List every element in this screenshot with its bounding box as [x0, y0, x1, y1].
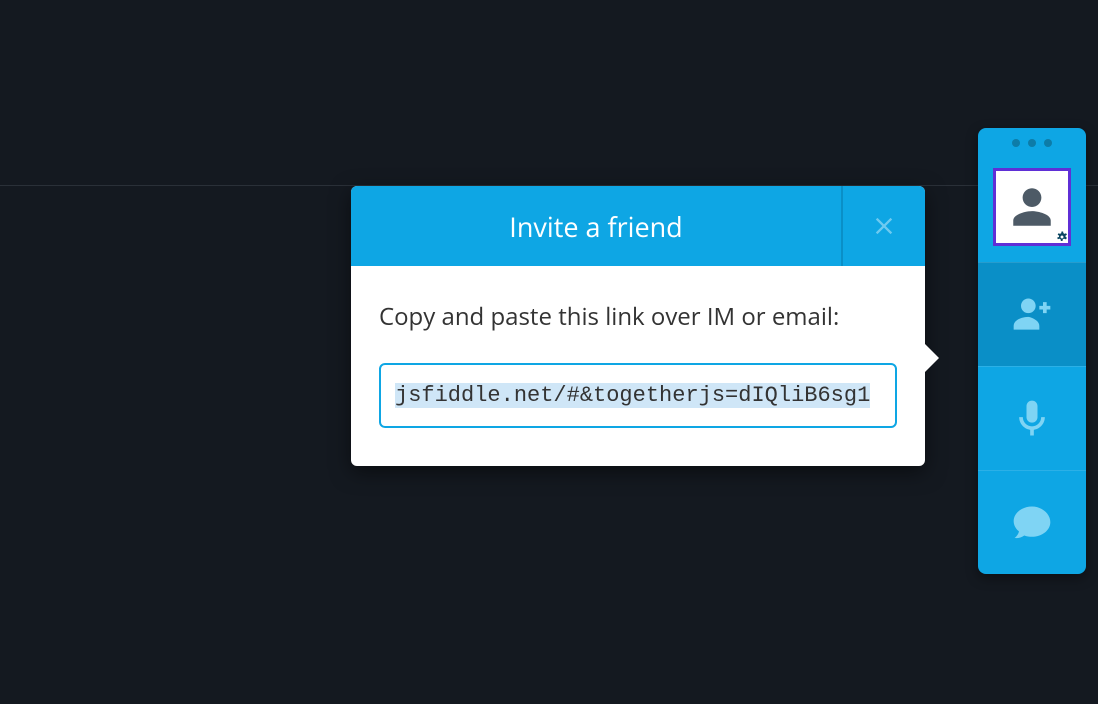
dot-icon [1028, 139, 1036, 147]
chat-icon [1010, 501, 1054, 545]
avatar[interactable] [993, 168, 1071, 246]
sidebar-item-add-friend[interactable] [978, 262, 1086, 366]
invite-link-text: jsfiddle.net/#&togetherjs=dIQliB6sg1 [395, 383, 870, 408]
modal-close-button[interactable] [841, 186, 925, 266]
person-icon [1007, 182, 1057, 232]
close-icon [870, 212, 898, 240]
avatar-settings-button[interactable] [1052, 227, 1072, 247]
modal-header: Invite a friend [351, 186, 925, 266]
popover-arrow [923, 342, 939, 374]
collaboration-sidebar [978, 128, 1086, 574]
modal-title: Invite a friend [351, 186, 841, 266]
sidebar-item-mic[interactable] [978, 366, 1086, 470]
invite-friend-modal: Invite a friend Copy and paste this link… [351, 186, 925, 466]
invite-link-field[interactable]: jsfiddle.net/#&togetherjs=dIQliB6sg1 [379, 363, 897, 428]
modal-instructions: Copy and paste this link over IM or emai… [379, 300, 897, 333]
modal-body: Copy and paste this link over IM or emai… [351, 266, 925, 466]
gear-icon [1053, 228, 1071, 246]
sidebar-item-chat[interactable] [978, 470, 1086, 574]
sidebar-drag-handle[interactable] [978, 128, 1086, 158]
person-plus-icon [1010, 293, 1054, 337]
dot-icon [1044, 139, 1052, 147]
user-avatar-section [978, 158, 1086, 262]
dot-icon [1012, 139, 1020, 147]
microphone-icon [1010, 397, 1054, 441]
